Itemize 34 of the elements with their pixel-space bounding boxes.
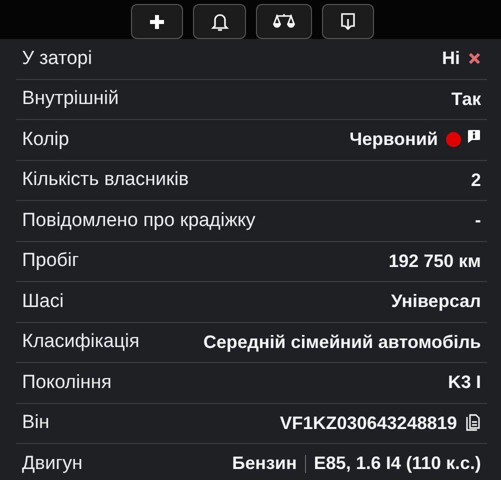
field-label: Покоління <box>22 372 112 394</box>
field-value: 2 <box>470 170 481 191</box>
field-label: Шасі <box>22 290 64 313</box>
field-label: Він <box>22 412 50 434</box>
field-label: У заторі <box>22 48 92 70</box>
field-label: Повідомлено про крадіжку <box>22 210 256 232</box>
field-value: - <box>475 210 481 232</box>
field-label: Пробіг <box>22 250 79 272</box>
bell-icon <box>210 12 228 32</box>
field-value: Так <box>451 88 481 110</box>
plus-icon <box>149 14 165 30</box>
field-label: Кількість власників <box>22 169 189 192</box>
field-label: Двигун <box>22 452 82 475</box>
field-value: Бензин <box>232 453 297 474</box>
engine-detail: E85, 1.6 I4 (110 к.с.) <box>314 453 481 474</box>
info-icon[interactable] <box>467 129 481 144</box>
field-value: Універсал <box>391 291 481 312</box>
compare-button[interactable] <box>256 4 312 39</box>
field-value: Червоний <box>350 129 438 150</box>
scales-icon <box>273 12 295 30</box>
cross-icon <box>468 52 481 66</box>
add-button[interactable] <box>131 4 183 39</box>
field-value: Середній сімейний автомобіль <box>203 332 481 353</box>
export-button[interactable] <box>322 4 374 39</box>
alert-button[interactable] <box>193 4 246 39</box>
field-value: Ні <box>442 48 460 70</box>
download-icon <box>340 12 356 30</box>
field-label: Колір <box>22 128 70 151</box>
field-label: Внутрішній <box>22 88 119 110</box>
copy-icon[interactable] <box>465 414 481 432</box>
field-value: K3 I <box>448 372 481 394</box>
field-value: VF1KZ030643248819 <box>280 412 457 434</box>
field-label: Класифікація <box>22 331 140 354</box>
field-value: 192 750 км <box>388 250 481 272</box>
